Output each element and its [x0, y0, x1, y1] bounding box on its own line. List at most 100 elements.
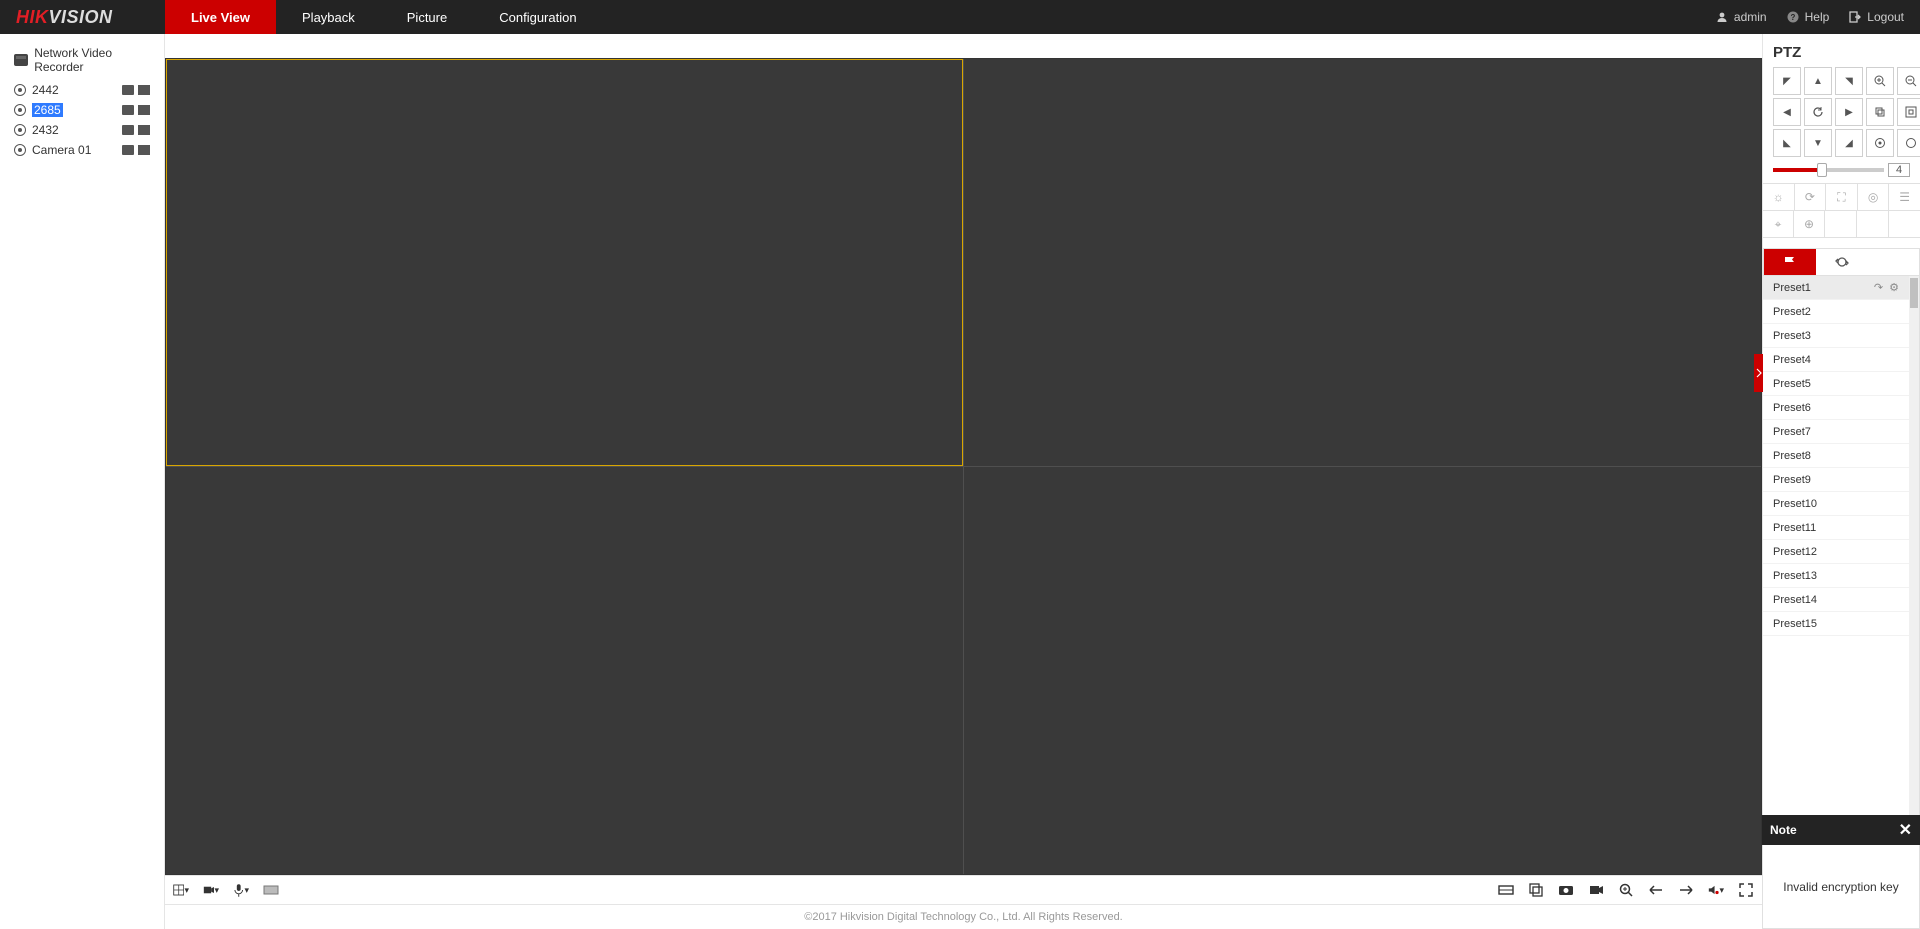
- focus-icon[interactable]: ⛶: [1826, 184, 1858, 210]
- scrollbar-thumb[interactable]: [1910, 278, 1918, 308]
- camera-item[interactable]: 2685: [14, 100, 150, 120]
- nav-picture[interactable]: Picture: [381, 0, 473, 34]
- camera-status-icon: [14, 144, 26, 156]
- stream-button[interactable]: ▾: [203, 882, 219, 898]
- iris-open[interactable]: [1866, 129, 1894, 157]
- ptz-right[interactable]: ▶: [1835, 98, 1863, 126]
- next-icon[interactable]: [1678, 882, 1694, 898]
- goto-icon[interactable]: ↷: [1874, 281, 1883, 294]
- ptz-auto[interactable]: [1804, 98, 1832, 126]
- ptz-icon[interactable]: [263, 882, 279, 898]
- storage-icon[interactable]: [1498, 882, 1514, 898]
- logout-icon: [1849, 11, 1861, 23]
- ptz-down[interactable]: ▼: [1804, 129, 1832, 157]
- tab-preset[interactable]: [1764, 249, 1816, 275]
- record-icon[interactable]: [122, 145, 134, 155]
- note-panel: Note ✕ Invalid encryption key: [1762, 815, 1920, 929]
- snapshot-icon[interactable]: [138, 145, 150, 155]
- camera-status-icon: [14, 104, 26, 116]
- snapshot-icon[interactable]: [138, 85, 150, 95]
- copy-icon[interactable]: [1528, 882, 1544, 898]
- panel-collapse-handle[interactable]: [1754, 354, 1763, 392]
- record-icon[interactable]: [122, 125, 134, 135]
- slider-track[interactable]: [1773, 168, 1884, 172]
- light-icon[interactable]: ☼: [1763, 184, 1795, 210]
- preset-item[interactable]: Preset7: [1763, 420, 1909, 444]
- ptz-down-right[interactable]: ◢: [1835, 129, 1863, 157]
- video-cell-4[interactable]: [964, 467, 1761, 874]
- preset-item[interactable]: Preset12: [1763, 540, 1909, 564]
- preset-item[interactable]: Preset5: [1763, 372, 1909, 396]
- slider-value: 4: [1888, 163, 1910, 177]
- tracking-icon[interactable]: ⊕: [1794, 211, 1825, 237]
- record-icon[interactable]: [122, 105, 134, 115]
- help-link[interactable]: ? Help: [1787, 10, 1830, 24]
- live-toolbar: ▾ ▾ ▾ ▾: [165, 875, 1762, 905]
- ptz-left[interactable]: ◀: [1773, 98, 1801, 126]
- record-icon[interactable]: [122, 85, 134, 95]
- preset-item[interactable]: Preset4: [1763, 348, 1909, 372]
- snapshot-icon[interactable]: [138, 125, 150, 135]
- video-cell-3[interactable]: [166, 467, 963, 874]
- lens-init-icon[interactable]: ◎: [1858, 184, 1890, 210]
- camera-item[interactable]: Camera 01: [14, 140, 150, 160]
- camera-item[interactable]: 2432: [14, 120, 150, 140]
- zoom-out[interactable]: [1897, 67, 1920, 95]
- tab-patrol[interactable]: [1816, 249, 1868, 275]
- preset-item[interactable]: Preset3: [1763, 324, 1909, 348]
- ptz-up[interactable]: ▲: [1804, 67, 1832, 95]
- preset-item[interactable]: Preset8: [1763, 444, 1909, 468]
- ptz-speed-slider[interactable]: 4: [1763, 157, 1920, 183]
- zoom-in[interactable]: [1866, 67, 1894, 95]
- flag-icon: [1783, 256, 1797, 268]
- preset-label: Preset14: [1773, 594, 1817, 606]
- preset-item[interactable]: Preset6: [1763, 396, 1909, 420]
- sound-icon[interactable]: ▾: [1708, 882, 1724, 898]
- layout-button[interactable]: ▾: [173, 882, 189, 898]
- region-zoom-icon[interactable]: ⌖: [1763, 211, 1794, 237]
- camera-sidebar: Network Video Recorder 2442 2685: [0, 34, 165, 929]
- brand-logo: HIKVISION: [0, 0, 165, 34]
- snapshot-icon[interactable]: [138, 105, 150, 115]
- tab-pattern[interactable]: [1867, 249, 1919, 275]
- preset-label: Preset11: [1773, 522, 1816, 534]
- user-menu[interactable]: admin: [1716, 10, 1767, 24]
- logout-link[interactable]: Logout: [1849, 10, 1904, 24]
- preset-item[interactable]: Preset1 ↷⚙: [1763, 276, 1909, 300]
- device-header[interactable]: Network Video Recorder: [0, 42, 164, 80]
- gear-icon[interactable]: ⚙: [1889, 281, 1899, 294]
- audio-button[interactable]: ▾: [233, 882, 249, 898]
- preset-item[interactable]: Preset14: [1763, 588, 1909, 612]
- camera-actions: [122, 125, 150, 135]
- ptz-up-left[interactable]: ◤: [1773, 67, 1801, 95]
- ptz-up-right[interactable]: ◥: [1835, 67, 1863, 95]
- camera-item[interactable]: 2442: [14, 80, 150, 100]
- preset-item[interactable]: Preset11: [1763, 516, 1909, 540]
- fullscreen-icon[interactable]: [1738, 882, 1754, 898]
- focus-far[interactable]: [1897, 98, 1920, 126]
- ptz-pad: ◤ ▲ ◥ ◀ ▶ ◣ ▼ ◢: [1763, 67, 1920, 157]
- video-cell-1[interactable]: [166, 59, 963, 466]
- focus-near[interactable]: [1866, 98, 1894, 126]
- nav-configuration[interactable]: Configuration: [473, 0, 602, 34]
- preset-item[interactable]: Preset13: [1763, 564, 1909, 588]
- preset-label: Preset4: [1773, 354, 1811, 366]
- preset-item[interactable]: Preset9: [1763, 468, 1909, 492]
- preset-item[interactable]: Preset10: [1763, 492, 1909, 516]
- record-toggle-icon[interactable]: [1588, 882, 1604, 898]
- iris-close[interactable]: [1897, 129, 1920, 157]
- wiper-icon[interactable]: ⟳: [1795, 184, 1827, 210]
- video-cell-2[interactable]: [964, 59, 1761, 466]
- nav-playback[interactable]: Playback: [276, 0, 381, 34]
- menu-icon[interactable]: ☰: [1889, 184, 1920, 210]
- slider-thumb[interactable]: [1817, 163, 1827, 177]
- camera-status-icon: [14, 84, 26, 96]
- preset-item[interactable]: Preset2: [1763, 300, 1909, 324]
- close-icon[interactable]: ✕: [1899, 820, 1912, 840]
- preset-item[interactable]: Preset15: [1763, 612, 1909, 636]
- nav-live-view[interactable]: Live View: [165, 0, 276, 34]
- ptz-down-left[interactable]: ◣: [1773, 129, 1801, 157]
- prev-icon[interactable]: [1648, 882, 1664, 898]
- zoom-icon[interactable]: [1618, 882, 1634, 898]
- camera-icon[interactable]: [1558, 882, 1574, 898]
